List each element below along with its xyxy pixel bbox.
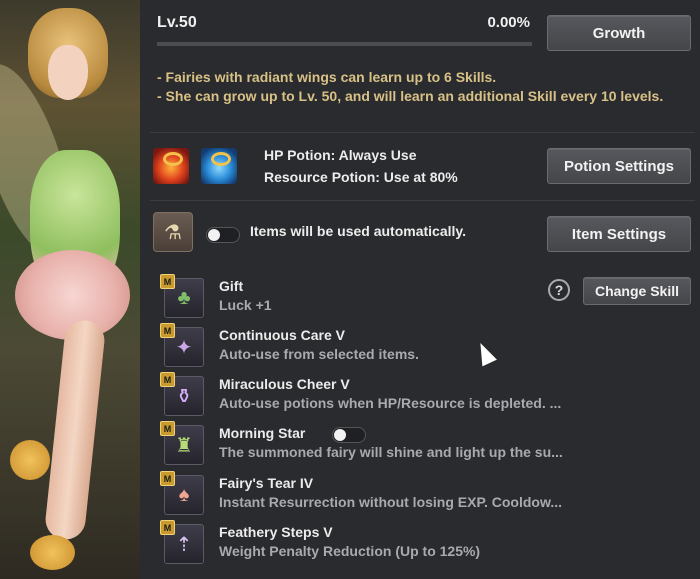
skill-desc: Weight Penalty Reduction (Up to 125%)	[219, 543, 481, 559]
mastery-badge: M	[160, 471, 175, 486]
progress-bar	[157, 42, 532, 46]
hp-potion-icon	[153, 148, 189, 184]
fairy-portrait	[0, 0, 140, 579]
skill-row-miraculous-cheer[interactable]: ⚱ M Miraculous Cheer V Auto-use potions …	[160, 372, 664, 420]
skill-desc: Auto-use potions when HP/Resource is dep…	[219, 395, 562, 411]
divider	[150, 132, 695, 133]
description: - Fairies with radiant wings can learn u…	[157, 68, 677, 106]
mastery-badge: M	[160, 520, 175, 535]
skill-row-fairys-tear[interactable]: ♠ M Fairy's Tear IV Instant Resurrection…	[160, 471, 664, 519]
face-shape	[48, 45, 88, 100]
skill-row-gift[interactable]: ♣ M Gift Luck +1	[160, 274, 664, 322]
morning-star-toggle[interactable]	[332, 427, 366, 443]
divider	[150, 200, 695, 201]
mastery-badge: M	[160, 421, 175, 436]
progress-percent: 0.00%	[487, 14, 530, 31]
auto-use-item-icon: ⚗	[153, 212, 193, 252]
mastery-badge: M	[160, 372, 175, 387]
description-line-1: - Fairies with radiant wings can learn u…	[157, 69, 497, 85]
skill-desc: Luck +1	[219, 297, 272, 313]
auto-use-toggle[interactable]	[206, 227, 240, 243]
skill-name: Feathery Steps V	[219, 524, 333, 540]
skill-desc: Auto-use from selected items.	[219, 346, 419, 362]
item-settings-button[interactable]: Item Settings	[547, 216, 691, 252]
skill-name: Fairy's Tear IV	[219, 475, 314, 491]
shoe-shape	[30, 535, 75, 570]
leg-shape	[43, 318, 107, 542]
resource-potion-status: Resource Potion: Use at 80%	[264, 169, 458, 185]
auto-use-text: Items will be used automatically.	[250, 223, 467, 239]
fairy-panel: Lv.50 0.00% Growth - Fairies with radian…	[140, 0, 700, 579]
skill-name: Morning Star	[219, 425, 306, 441]
pom-pom	[10, 440, 50, 480]
mastery-badge: M	[160, 274, 175, 289]
skill-row-continuous-care[interactable]: ✦ M Continuous Care V Auto-use from sele…	[160, 323, 664, 371]
skill-row-feathery-steps[interactable]: ⇡ M Feathery Steps V Weight Penalty Redu…	[160, 520, 664, 568]
potion-settings-button[interactable]: Potion Settings	[547, 148, 691, 184]
skill-row-morning-star[interactable]: ♜ M Morning Star The summoned fairy will…	[160, 421, 664, 469]
mastery-badge: M	[160, 323, 175, 338]
skill-name: Gift	[219, 278, 244, 294]
skill-desc: Instant Resurrection without losing EXP.…	[219, 494, 563, 510]
skill-desc: The summoned fairy will shine and light …	[219, 444, 563, 460]
level-label: Lv.50	[157, 14, 197, 31]
resource-potion-icon	[201, 148, 237, 184]
description-line-2: - She can grow up to Lv. 50, and will le…	[157, 88, 664, 104]
growth-button[interactable]: Growth	[547, 15, 691, 51]
hp-potion-status: HP Potion: Always Use	[264, 147, 417, 163]
skill-name: Miraculous Cheer V	[219, 376, 350, 392]
skill-name: Continuous Care V	[219, 327, 346, 343]
